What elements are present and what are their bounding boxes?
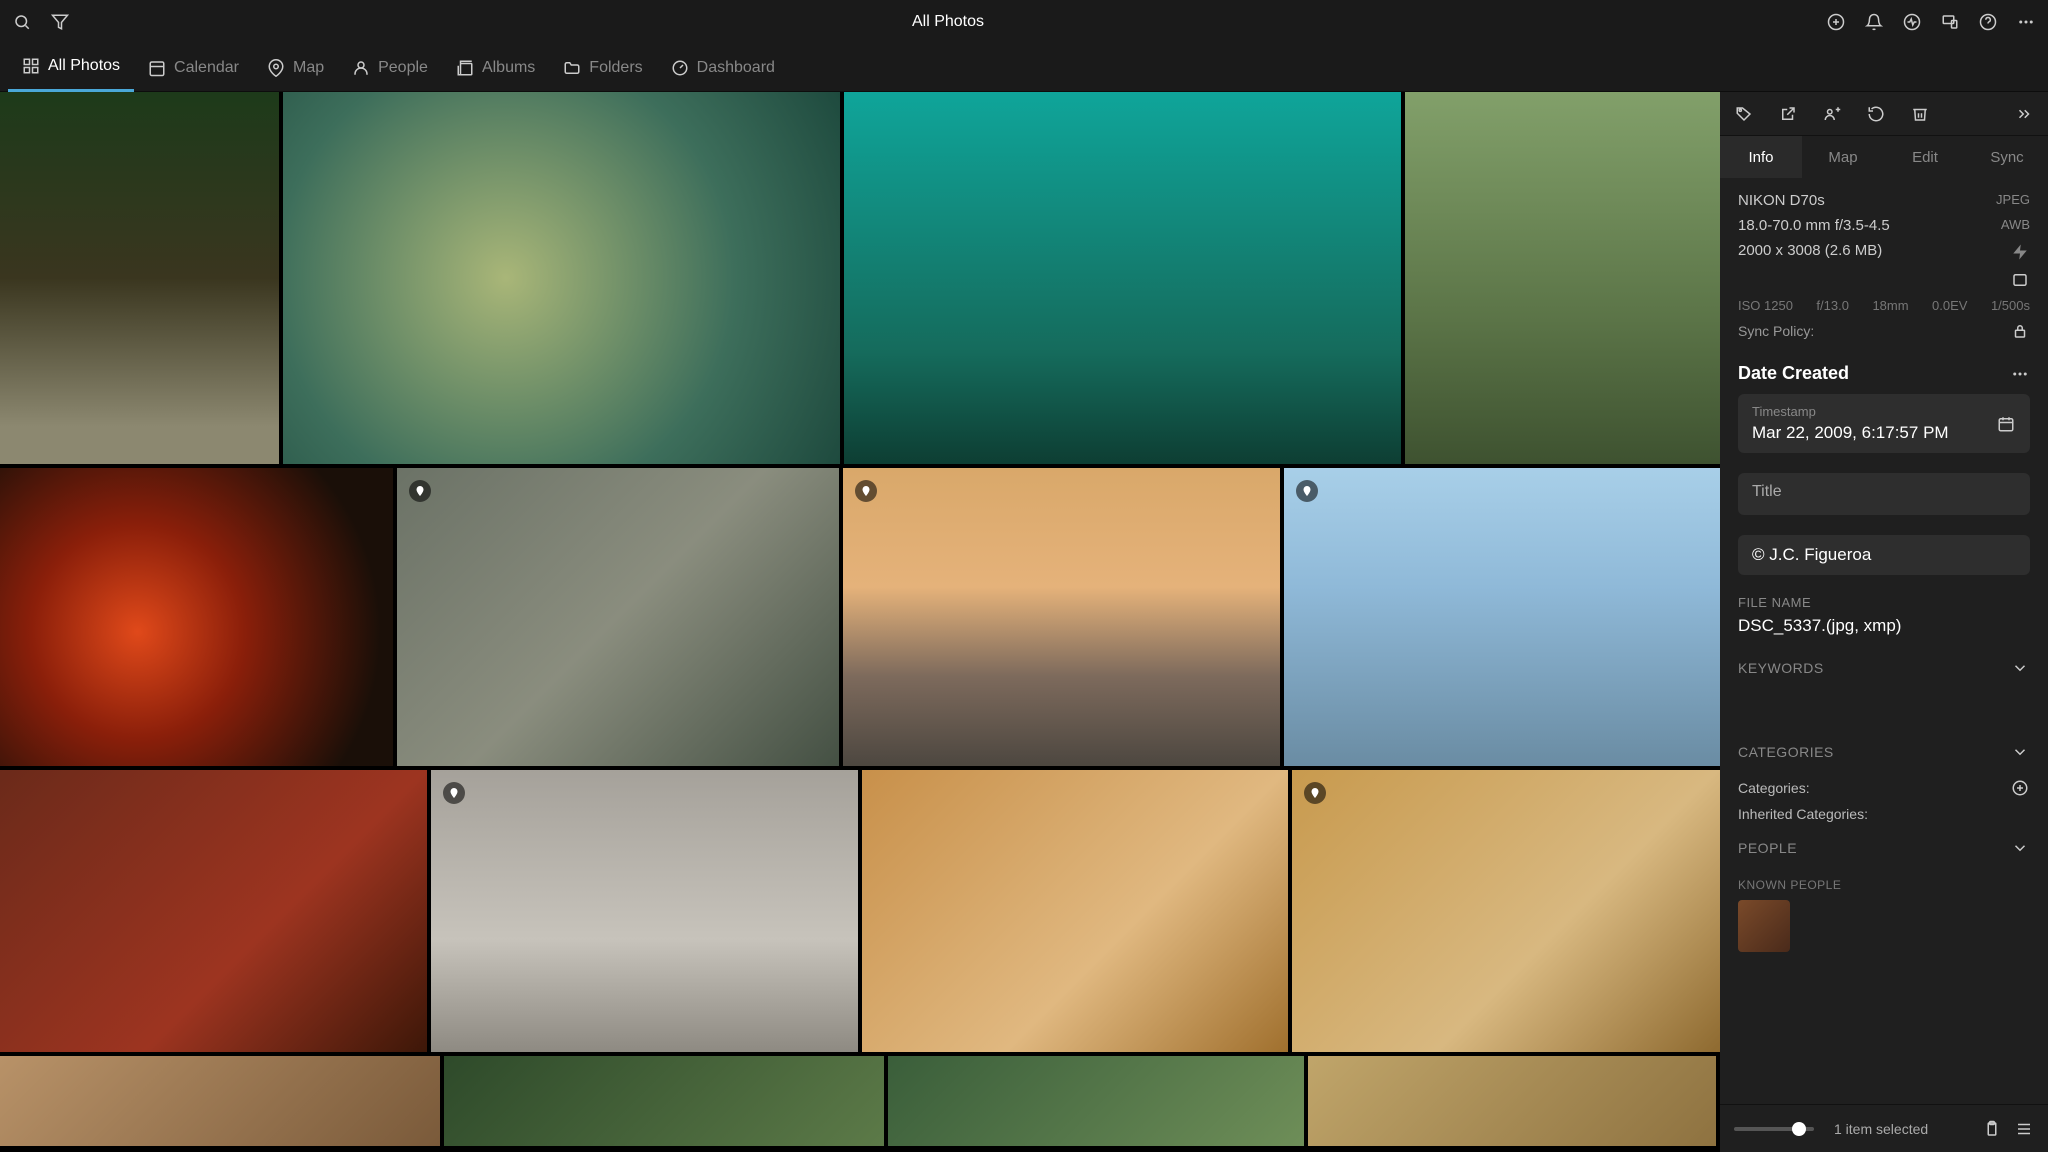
photo-thumb[interactable]: [397, 468, 839, 766]
panel-tab-sync[interactable]: Sync: [1966, 136, 2048, 178]
photo-thumb[interactable]: [0, 770, 427, 1052]
calendar-icon: [148, 59, 166, 77]
white-balance: AWB: [2001, 217, 2030, 234]
title-field[interactable]: Title: [1738, 473, 2030, 515]
iso: ISO 1250: [1738, 298, 1793, 313]
panel-tab-map[interactable]: Map: [1802, 136, 1884, 178]
list-view-icon[interactable]: [2014, 1119, 2034, 1139]
search-icon[interactable]: [12, 12, 32, 32]
collapse-panel-icon[interactable]: [2014, 104, 2034, 124]
photo-thumb[interactable]: [283, 92, 840, 464]
rotate-icon[interactable]: [1866, 104, 1886, 124]
photo-thumb[interactable]: [0, 1056, 440, 1146]
photo-thumb[interactable]: [1292, 770, 1720, 1052]
panel-tabs: Info Map Edit Sync: [1720, 136, 2048, 178]
raw-icon[interactable]: [2010, 270, 2030, 290]
photo-thumb[interactable]: [431, 770, 858, 1052]
trash-icon[interactable]: [1910, 104, 1930, 124]
photo-thumb[interactable]: [844, 92, 1401, 464]
aperture: f/13.0: [1816, 298, 1849, 313]
devices-icon[interactable]: [1940, 12, 1960, 32]
sync-policy-label: Sync Policy:: [1738, 323, 1814, 339]
lens: 18.0-70.0 mm f/3.5-4.5: [1738, 217, 1890, 234]
tab-people[interactable]: People: [338, 45, 442, 91]
filter-icon[interactable]: [50, 12, 70, 32]
date-created-header: Date Created: [1738, 363, 1849, 384]
filename-field: FILE NAME DSC_5337.(jpg, xmp): [1738, 595, 2030, 636]
add-category-icon[interactable]: [2010, 778, 2030, 798]
add-icon[interactable]: [1826, 12, 1846, 32]
photo-thumb[interactable]: [888, 1056, 1304, 1146]
copyright-field[interactable]: © J.C. Figueroa: [1738, 535, 2030, 575]
focal-length: 18mm: [1872, 298, 1908, 313]
panel-tab-info[interactable]: Info: [1720, 136, 1802, 178]
albums-icon: [456, 59, 474, 77]
photo-thumb[interactable]: [0, 92, 279, 464]
info-panel: Info Map Edit Sync NIKON D70s JPEG 18.0-7…: [1720, 92, 2048, 1152]
photo-grid[interactable]: [0, 92, 1720, 1152]
open-external-icon[interactable]: [1778, 104, 1798, 124]
share-people-icon[interactable]: [1822, 104, 1842, 124]
shutter-speed: 1/500s: [1991, 298, 2030, 313]
file-format: JPEG: [1996, 192, 2030, 209]
person-avatar[interactable]: [1738, 900, 1790, 952]
known-people-label: KNOWN PEOPLE: [1738, 878, 2030, 892]
panel-tab-edit[interactable]: Edit: [1884, 136, 1966, 178]
camera-model: NIKON D70s: [1738, 192, 1825, 209]
inherited-categories-label: Inherited Categories:: [1738, 806, 1868, 822]
folder-icon: [563, 59, 581, 77]
photo-thumb[interactable]: [0, 468, 393, 766]
people-section[interactable]: PEOPLE: [1720, 826, 2048, 870]
clipboard-icon[interactable]: [1982, 1119, 2002, 1139]
tag-icon[interactable]: [1734, 104, 1754, 124]
geo-pin-icon: [1296, 480, 1318, 502]
user-icon: [352, 59, 370, 77]
chevron-down-icon: [2010, 742, 2030, 762]
chevron-down-icon: [2010, 658, 2030, 678]
photo-thumb[interactable]: [1284, 468, 1720, 766]
tab-folders[interactable]: Folders: [549, 45, 656, 91]
grid-icon: [22, 57, 40, 75]
dimensions: 2000 x 3008 (2.6 MB): [1738, 242, 1882, 262]
nav-tabs: All Photos Calendar Map People Albums Fo…: [0, 44, 2048, 92]
bell-icon[interactable]: [1864, 12, 1884, 32]
gauge-icon: [671, 59, 689, 77]
calendar-icon[interactable]: [1996, 414, 2016, 434]
photo-thumb[interactable]: [1308, 1056, 1716, 1146]
geo-pin-icon: [409, 480, 431, 502]
selection-count: 1 item selected: [1834, 1121, 1928, 1137]
help-icon[interactable]: [1978, 12, 1998, 32]
tab-calendar[interactable]: Calendar: [134, 45, 253, 91]
top-bar: All Photos: [0, 0, 2048, 44]
categories-label: Categories:: [1738, 780, 1810, 796]
tab-albums[interactable]: Albums: [442, 45, 549, 91]
photo-thumb[interactable]: [843, 468, 1280, 766]
flash-icon: [2010, 242, 2030, 262]
timestamp-field[interactable]: Timestamp Mar 22, 2009, 6:17:57 PM: [1738, 394, 2030, 453]
thumbnail-size-slider[interactable]: [1734, 1127, 1814, 1131]
keywords-section[interactable]: KEYWORDS: [1720, 646, 2048, 690]
categories-section[interactable]: CATEGORIES: [1720, 730, 2048, 774]
tab-dashboard[interactable]: Dashboard: [657, 45, 789, 91]
pin-icon: [267, 59, 285, 77]
photo-thumb[interactable]: [1405, 92, 1720, 464]
geo-pin-icon: [855, 480, 877, 502]
photo-thumb[interactable]: [444, 1056, 884, 1146]
tab-map[interactable]: Map: [253, 45, 338, 91]
geo-pin-icon: [443, 782, 465, 804]
lock-icon[interactable]: [2010, 321, 2030, 341]
geo-pin-icon: [1304, 782, 1326, 804]
more-icon[interactable]: [2010, 364, 2030, 384]
chevron-down-icon: [2010, 838, 2030, 858]
page-title: All Photos: [70, 13, 1826, 31]
more-icon[interactable]: [2016, 12, 2036, 32]
activity-icon[interactable]: [1902, 12, 1922, 32]
photo-thumb[interactable]: [862, 770, 1288, 1052]
exposure-bias: 0.0EV: [1932, 298, 1967, 313]
tab-all-photos[interactable]: All Photos: [8, 43, 134, 92]
